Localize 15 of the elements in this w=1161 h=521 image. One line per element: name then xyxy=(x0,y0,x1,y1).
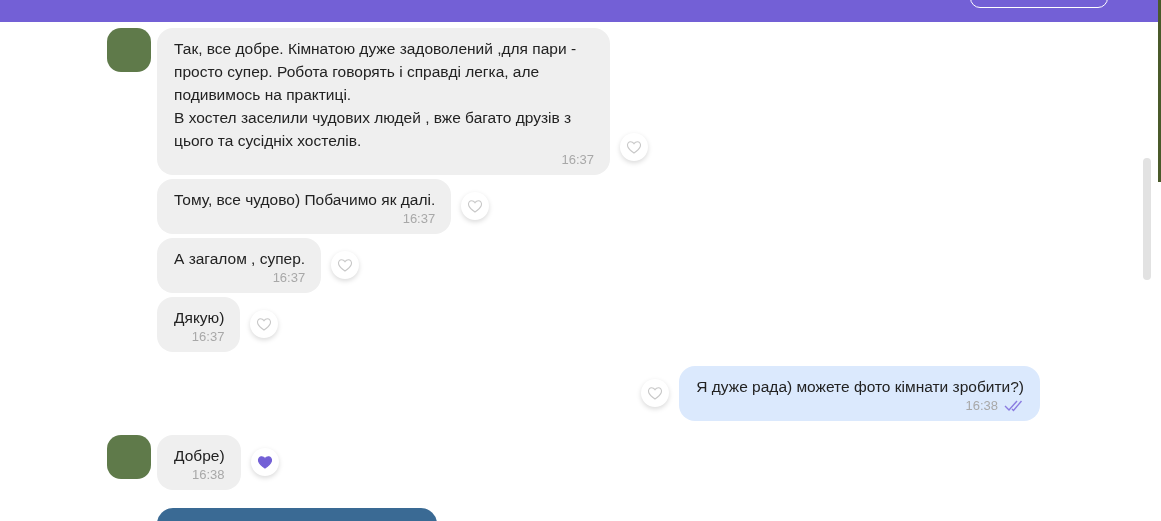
message-time: 16:37 xyxy=(191,329,225,344)
message-text: Я дуже рада) можете фото кімнати зробити?) xyxy=(696,377,1024,397)
message-text: А загалом , супер. xyxy=(174,249,306,269)
message-time: 16:37 xyxy=(272,270,306,285)
message-time: 16:37 xyxy=(402,211,436,226)
message-text: Дякую) xyxy=(174,308,225,328)
message-text: Добре) xyxy=(174,446,225,466)
message-text: Так, все добре. Кімнатою дуже задоволений ,для пари - просто супер. Робота говорять і справді легка, але подивимось на практиці. В хостел заселили чудових людей , вже багато друзів з цього та сусідніх хостелів. xyxy=(174,39,578,151)
scrollbar-thumb[interactable] xyxy=(1143,158,1151,280)
message-text: Тому, все чудово) Побачимо як далі. xyxy=(174,190,436,210)
avatar-photo[interactable] xyxy=(107,28,151,72)
avatar-photo[interactable] xyxy=(107,435,151,479)
message-time: 16:37 xyxy=(561,152,594,167)
message-time: 16:38 xyxy=(965,398,998,413)
message-time: 16:38 xyxy=(192,467,225,482)
